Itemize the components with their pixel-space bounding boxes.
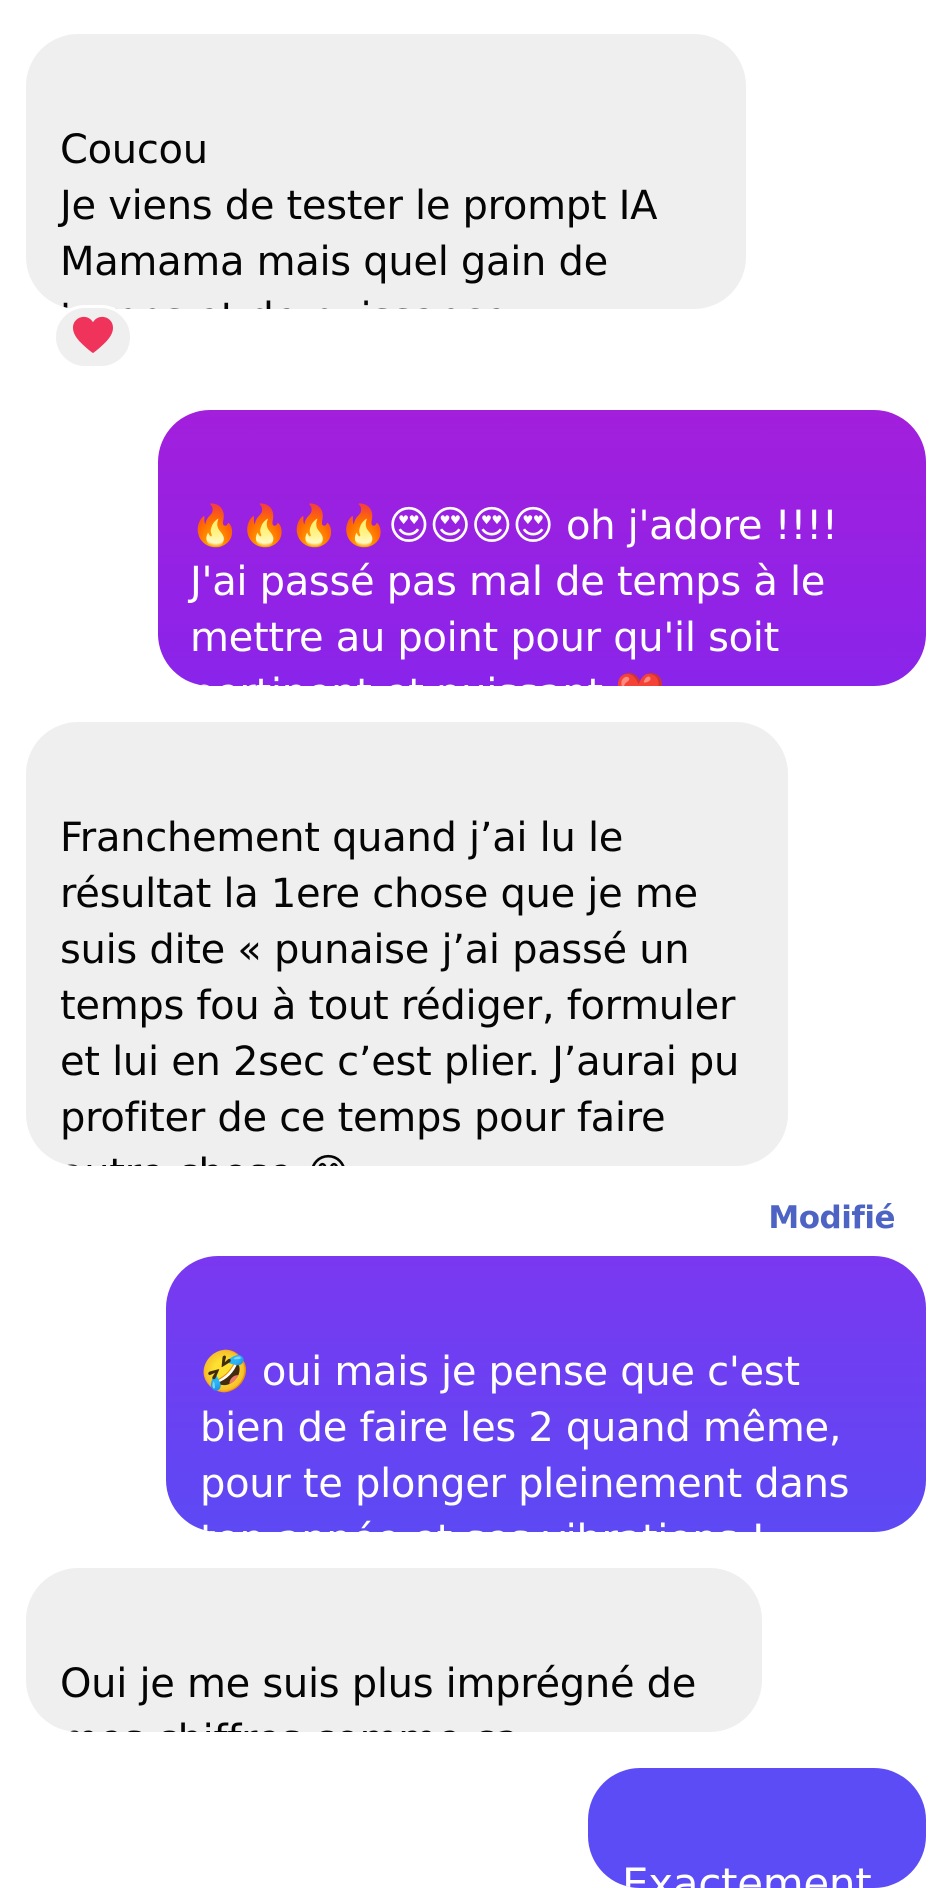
message-reaction[interactable]	[53, 305, 133, 369]
message-bubble-incoming[interactable]: Coucou Je viens de tester le prompt IA M…	[26, 34, 746, 309]
message-text: Exactement !	[622, 1859, 872, 1888]
message-text: Franchement quand j’ai lu le résultat la…	[60, 815, 740, 1166]
message-bubble-outgoing[interactable]: 🔥🔥🔥🔥😍😍😍😍 oh j'adore !!!! J'ai passé pas …	[158, 410, 926, 686]
message-text: Oui je me suis plus imprégné de mes chif…	[60, 1661, 697, 1732]
message-bubble-incoming[interactable]: Oui je me suis plus imprégné de mes chif…	[26, 1568, 762, 1732]
message-text: 🔥🔥🔥🔥😍😍😍😍 oh j'adore !!!! J'ai passé pas …	[190, 503, 838, 686]
message-bubble-incoming[interactable]: Franchement quand j’ai lu le résultat la…	[26, 722, 788, 1166]
message-text: 🤣 oui mais je pense que c'est bien de fa…	[200, 1349, 850, 1532]
message-bubble-outgoing[interactable]: Exactement !	[588, 1768, 926, 1888]
message-bubble-outgoing[interactable]: 🤣 oui mais je pense que c'est bien de fa…	[166, 1256, 926, 1532]
edited-label: Modifié	[768, 1200, 895, 1236]
message-text: Coucou Je viens de tester le prompt IA M…	[60, 127, 658, 309]
heart-icon	[71, 315, 115, 359]
